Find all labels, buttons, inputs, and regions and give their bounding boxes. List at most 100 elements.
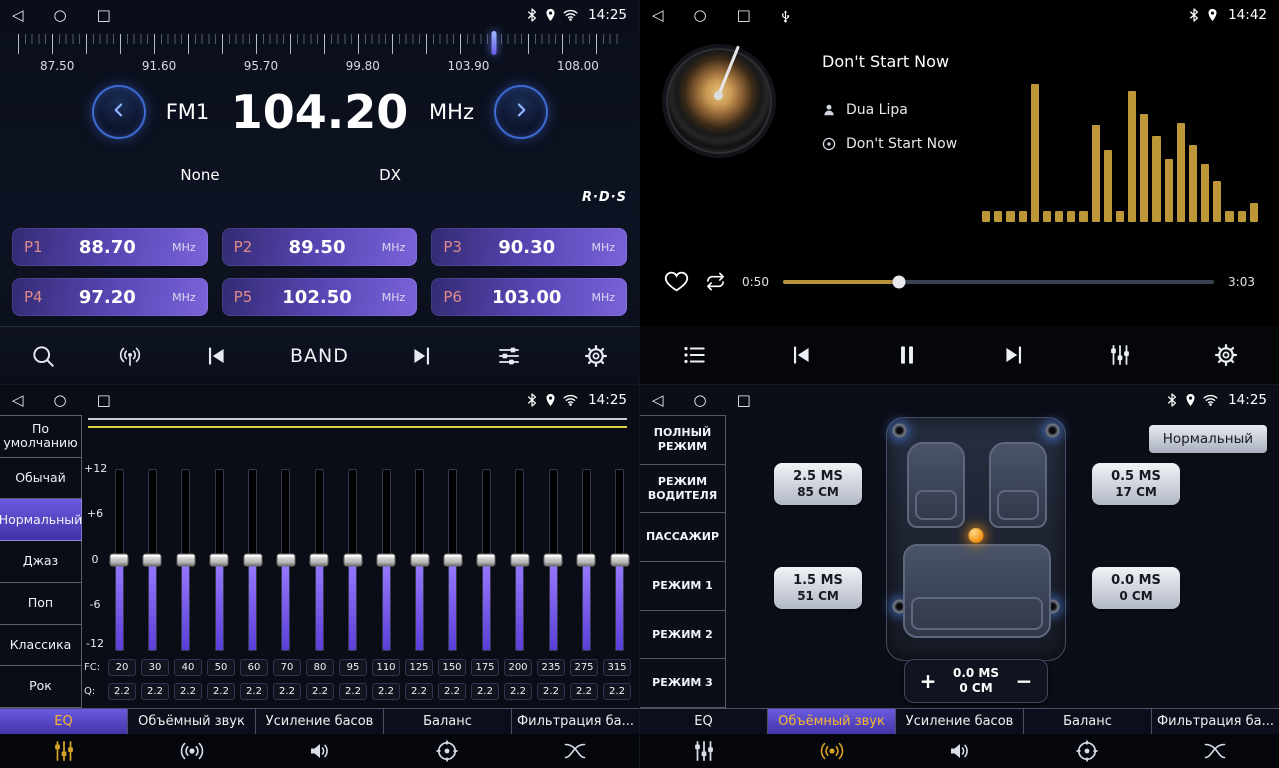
eq-preset-2[interactable]: Обычай	[0, 458, 82, 500]
nav-back-icon[interactable]: ◁	[652, 393, 664, 408]
seek-thumb[interactable]	[893, 275, 906, 288]
mode-item-3[interactable]: ПАССАЖИР	[640, 513, 726, 562]
bass-boost-icon[interactable]	[896, 734, 1024, 768]
preset-badge-button[interactable]: Нормальный	[1149, 425, 1267, 453]
bass-boost-icon[interactable]	[256, 734, 384, 768]
settings-button[interactable]	[1213, 342, 1239, 368]
nav-home-icon[interactable]: ○	[54, 8, 67, 23]
tab-filter[interactable]: Фильтрация ба...	[512, 709, 639, 734]
favorite-button[interactable]	[664, 270, 689, 293]
tab-bass[interactable]: Усиление басов	[896, 709, 1024, 734]
eq-preset-7[interactable]: Рок	[0, 666, 82, 708]
delay-rear-left[interactable]: 1.5 MS 51 CM	[774, 567, 862, 609]
nav-recents-icon[interactable]: □	[97, 8, 111, 23]
preset-button-p2[interactable]: P289.50MHz	[222, 228, 418, 266]
eq-slider-thumb[interactable]	[110, 554, 129, 567]
eq-preset-5[interactable]: Поп	[0, 583, 82, 625]
eq-button[interactable]	[1107, 342, 1133, 368]
preset-button-p3[interactable]: P390.30MHz	[431, 228, 627, 266]
seek-bar[interactable]	[783, 280, 1214, 284]
eq-band-slider-315[interactable]	[609, 469, 631, 651]
speaker-front-right-icon[interactable]	[1045, 423, 1060, 438]
delay-decrease-button[interactable]: −	[1011, 669, 1037, 693]
settings-button[interactable]	[583, 343, 609, 369]
eq-preset-3[interactable]: Нормальный	[0, 499, 82, 541]
next-track-button[interactable]	[1001, 342, 1027, 368]
preset-button-p5[interactable]: P5102.50MHz	[222, 278, 418, 316]
seek-up-button[interactable]	[494, 85, 548, 139]
eq-preset-6[interactable]: Классика	[0, 625, 82, 667]
delay-increase-button[interactable]: +	[915, 669, 941, 693]
next-station-button[interactable]	[409, 343, 435, 369]
mode-item-4[interactable]: РЕЖИМ 1	[640, 562, 726, 611]
nav-recents-icon[interactable]: □	[97, 393, 111, 408]
eq-band-slider-200[interactable]	[509, 469, 531, 651]
mode-item-2[interactable]: РЕЖИМ ВОДИТЕЛЯ	[640, 465, 726, 514]
eq-band-slider-275[interactable]	[575, 469, 597, 651]
frequency-indicator[interactable]	[492, 31, 497, 55]
nav-home-icon[interactable]: ○	[694, 393, 707, 408]
nav-back-icon[interactable]: ◁	[652, 8, 664, 23]
tab-eq[interactable]: EQ	[640, 709, 768, 734]
preset-button-p6[interactable]: P6103.00MHz	[431, 278, 627, 316]
nav-back-icon[interactable]: ◁	[12, 393, 24, 408]
seek-down-button[interactable]	[92, 85, 146, 139]
preset-button-p4[interactable]: P497.20MHz	[12, 278, 208, 316]
band-button[interactable]: BAND	[290, 345, 349, 367]
eq-band-slider-150[interactable]	[442, 469, 464, 651]
frequency-ruler[interactable]	[18, 34, 621, 54]
eq-slider-thumb[interactable]	[143, 554, 162, 567]
nav-recents-icon[interactable]: □	[737, 393, 751, 408]
balance-icon[interactable]	[1023, 734, 1151, 768]
pause-button[interactable]	[894, 341, 920, 369]
eq-slider-thumb[interactable]	[477, 554, 496, 567]
eq-band-slider-110[interactable]	[375, 469, 397, 651]
eq-slider-thumb[interactable]	[377, 554, 396, 567]
eq-band-slider-40[interactable]	[175, 469, 197, 651]
nav-back-icon[interactable]: ◁	[12, 8, 24, 23]
search-button[interactable]	[30, 343, 56, 369]
eq-slider-thumb[interactable]	[243, 554, 262, 567]
eq-slider-thumb[interactable]	[210, 554, 229, 567]
tab-balance[interactable]: Баланс	[384, 709, 512, 734]
repeat-button[interactable]	[703, 270, 728, 293]
speaker-front-left-icon[interactable]	[892, 423, 907, 438]
eq-band-slider-20[interactable]	[108, 469, 130, 651]
preset-button-p1[interactable]: P188.70MHz	[12, 228, 208, 266]
eq-slider-thumb[interactable]	[310, 554, 329, 567]
delay-front-left[interactable]: 2.5 MS 85 CM	[774, 463, 862, 505]
playlist-button[interactable]	[680, 342, 708, 368]
eq-band-slider-95[interactable]	[342, 469, 364, 651]
eq-slider-thumb[interactable]	[343, 554, 362, 567]
eq-band-slider-80[interactable]	[308, 469, 330, 651]
eq-band-slider-125[interactable]	[409, 469, 431, 651]
eq-preset-4[interactable]: Джаз	[0, 541, 82, 583]
prev-station-button[interactable]	[203, 343, 229, 369]
eq-slider-thumb[interactable]	[443, 554, 462, 567]
filter-icon[interactable]	[511, 734, 639, 768]
eq-band-slider-50[interactable]	[208, 469, 230, 651]
eq-slider-thumb[interactable]	[410, 554, 429, 567]
eq-icon[interactable]	[640, 734, 768, 768]
tab-bass[interactable]: Усиление басов	[256, 709, 384, 734]
mode-item-1[interactable]: ПОЛНЫЙ РЕЖИМ	[640, 416, 726, 465]
eq-band-slider-235[interactable]	[542, 469, 564, 651]
nav-recents-icon[interactable]: □	[737, 8, 751, 23]
eq-band-slider-60[interactable]	[242, 469, 264, 651]
nav-home-icon[interactable]: ○	[694, 8, 707, 23]
audio-adjust-button[interactable]	[496, 343, 522, 369]
broadcast-scan-button[interactable]	[117, 343, 143, 369]
surround-icon[interactable]	[128, 734, 256, 768]
surround-icon[interactable]	[768, 734, 896, 768]
balance-icon[interactable]	[383, 734, 511, 768]
eq-slider-thumb[interactable]	[610, 554, 629, 567]
prev-track-button[interactable]	[788, 342, 814, 368]
eq-preset-1[interactable]: По умолчанию	[0, 416, 82, 458]
tab-surround[interactable]: Объёмный звук	[768, 709, 896, 734]
eq-icon[interactable]	[0, 734, 128, 768]
eq-band-slider-70[interactable]	[275, 469, 297, 651]
listening-position-dot[interactable]	[969, 528, 984, 543]
eq-slider-thumb[interactable]	[577, 554, 596, 567]
nav-home-icon[interactable]: ○	[54, 393, 67, 408]
delay-front-right[interactable]: 0.5 MS 17 CM	[1092, 463, 1180, 505]
